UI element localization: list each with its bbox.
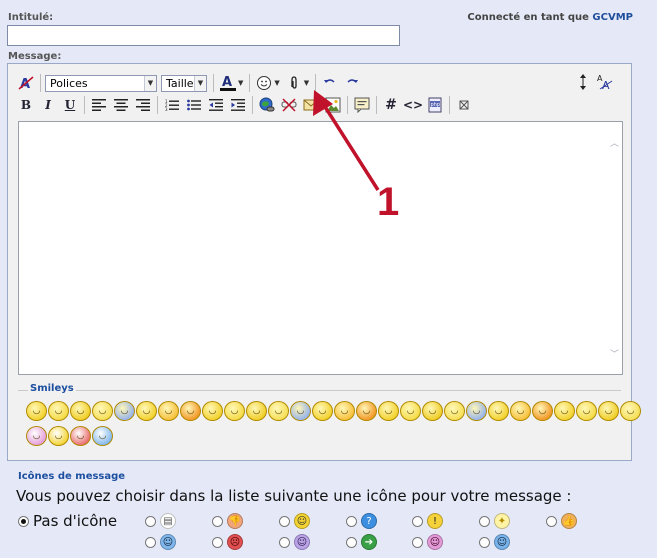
annotation-label: 1	[377, 180, 400, 224]
annotation-arrow-line	[320, 101, 380, 191]
annotation-arrow	[313, 90, 380, 191]
